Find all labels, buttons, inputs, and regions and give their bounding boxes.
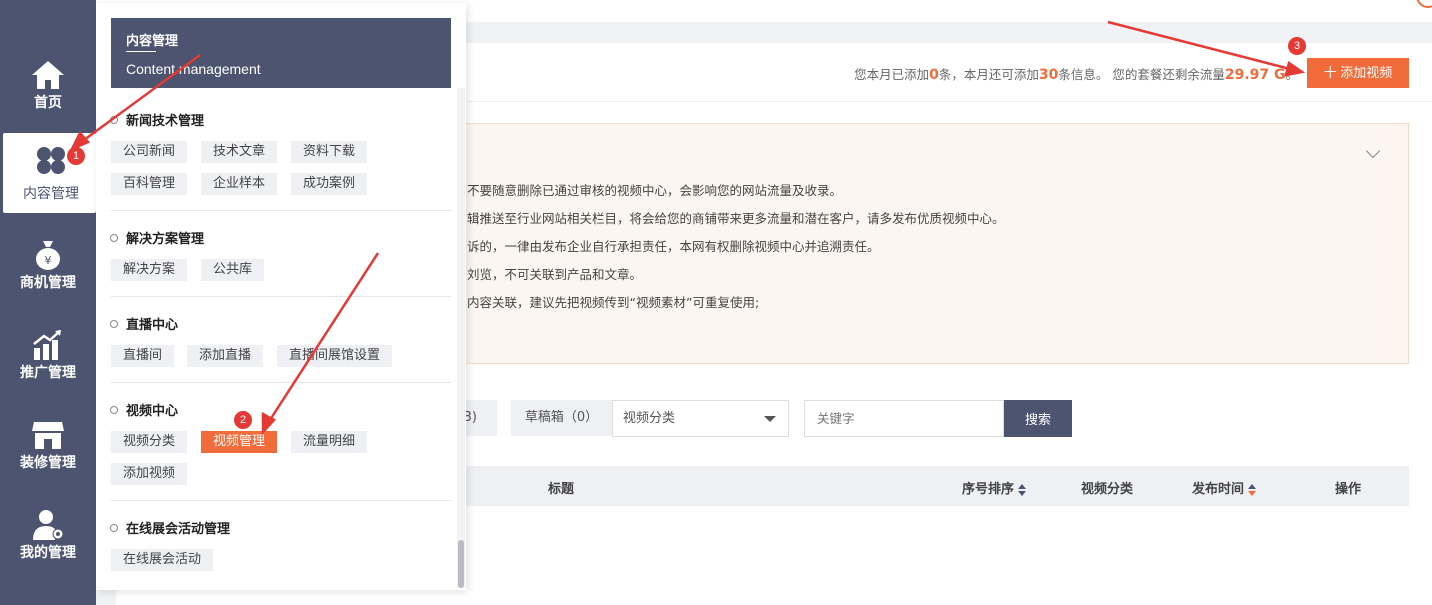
col-order-label: 序号排序 [962,482,1015,497]
menu-item[interactable]: 直播间展馆设置 [277,345,393,367]
money-bag-icon: ¥ [36,241,60,270]
shop-icon [32,422,64,449]
divider [111,210,451,211]
remain-count: 30 [1038,67,1059,83]
sidebar-item-business[interactable]: ¥ 商机管理 [0,232,96,312]
sidebar-item-label: 推广管理 [20,365,76,381]
quota-text: 条信息。 您的套餐还剩余流量 [1058,67,1225,82]
col-publish-time[interactable]: 发布时间 [1192,478,1257,497]
content-menu-panel: 内容管理 Content management 新闻技术管理 公司新闻 技术文章… [96,3,466,590]
col-order[interactable]: 序号排序 [962,478,1027,497]
menu-item[interactable]: 添加视频 [111,463,188,485]
section-title: 直播中心 [110,314,178,333]
menu-item[interactable]: 添加直播 [187,345,264,367]
annotation-badge: 3 [1288,37,1306,55]
sidebar-item-content[interactable]: 内容管理 [3,133,96,213]
scrollbar-track[interactable] [457,88,465,588]
notice-line: 辑推送至行业网站相关栏目，将会给您的商铺带来更多流量和潜在客户，请多发布优质视频… [467,211,1005,226]
notice-line: 内容关联，建议先把视频传到“视频素材”可重复使用; [467,295,760,310]
notice-line: 刘览，不可关联到产品和文章。 [467,267,643,282]
menu-item[interactable]: 在线展会活动 [111,549,214,571]
menu-item[interactable]: 流量明细 [291,431,368,453]
panel-header: 内容管理 Content management [111,18,451,88]
sidebar: 首页 内容管理 ¥ 商机管理 推广管理 装修管理 我的管理 [0,0,96,605]
notice-box: 不要随意删除已通过审核的视频中心，会影响您的网站流量及收录。 辑推送至行业网站相… [440,123,1409,364]
caret-down-icon [764,416,776,422]
notice-line: 不要随意删除已通过审核的视频中心，会影响您的网站流量及收录。 [467,183,843,198]
col-actions: 操作 [1335,482,1362,497]
menu-item[interactable]: 资料下载 [291,141,368,163]
section-title: 在线展会活动管理 [110,518,230,537]
section-title: 视频中心 [110,400,178,419]
sidebar-item-label: 内容管理 [23,186,79,202]
sidebar-item-promotion[interactable]: 推广管理 [0,322,96,402]
panel-subtitle: Content management [126,61,261,77]
sidebar-item-label: 我的管理 [20,545,76,561]
category-select[interactable]: 视频分类 [612,400,789,437]
sidebar-item-home[interactable]: 首页 [0,52,96,132]
section-title: 新闻技术管理 [110,110,204,129]
search-button[interactable]: 搜索 [1004,400,1072,437]
panel-title: 内容管理 [126,34,179,49]
chevron-down-icon[interactable] [1365,143,1381,159]
menu-item[interactable]: 成功案例 [291,173,368,195]
notice-line: 诉的，一律由发布企业自行承担责任，本网有权删除视频中心并追溯责任。 [467,239,880,254]
menu-item[interactable]: 百科管理 [111,173,188,195]
menu-item[interactable]: 视频分类 [111,431,188,453]
menu-item[interactable]: 技术文章 [201,141,278,163]
annotation-badge: 1 [67,147,85,165]
table-header: 标题 序号排序 视频分类 发布时间 操作 [440,466,1409,506]
sidebar-item-label: 商机管理 [20,275,76,291]
divider [111,296,451,297]
quota-text: 条，本月还可添加 [938,67,1039,82]
sidebar-item-label: 装修管理 [20,455,76,471]
menu-item[interactable]: 解决方案 [111,259,188,281]
divider [126,51,156,52]
category-select-value: 视频分类 [623,411,676,426]
svg-text:¥: ¥ [45,254,52,267]
divider [111,500,451,501]
col-category: 视频分类 [1081,482,1134,497]
divider [111,382,451,383]
menu-item[interactable]: 公司新闻 [111,141,188,163]
sidebar-item-mine[interactable]: 我的管理 [0,502,96,582]
quota-info: 您本月已添加0条，本月还可添加30条信息。 您的套餐还剩余流量29.97 G。 [854,64,1298,83]
avatar[interactable] [1416,0,1432,8]
col-title: 标题 [548,482,575,497]
keyword-input[interactable] [804,400,1004,437]
quota-text: 。 [1285,67,1298,82]
quota-text: 您本月已添加 [854,67,930,82]
home-icon [32,61,64,89]
add-video-button[interactable]: 十 添加视频 [1307,58,1409,88]
chart-up-icon [33,330,61,360]
menu-item[interactable]: 企业样本 [201,173,278,195]
user-gear-icon [33,510,64,540]
annotation-badge: 2 [234,411,252,429]
tab-drafts[interactable]: 草稿箱（0） [511,400,612,436]
added-count: 0 [929,67,939,83]
sidebar-item-label: 首页 [34,95,62,111]
sidebar-item-decoration[interactable]: 装修管理 [0,412,96,492]
traffic-remaining: 29.97 G [1224,67,1286,83]
menu-item[interactable]: 直播间 [111,345,175,367]
four-petal-icon [37,147,65,174]
col-publish-time-label: 发布时间 [1192,482,1245,497]
section-title: 解决方案管理 [110,228,204,247]
scrollbar-thumb[interactable] [458,540,464,588]
sort-icon[interactable] [1248,483,1257,496]
menu-item[interactable]: 公共库 [201,259,265,281]
sort-icon[interactable] [1018,483,1027,496]
menu-item-video-manage[interactable]: 视频管理 [201,431,278,453]
